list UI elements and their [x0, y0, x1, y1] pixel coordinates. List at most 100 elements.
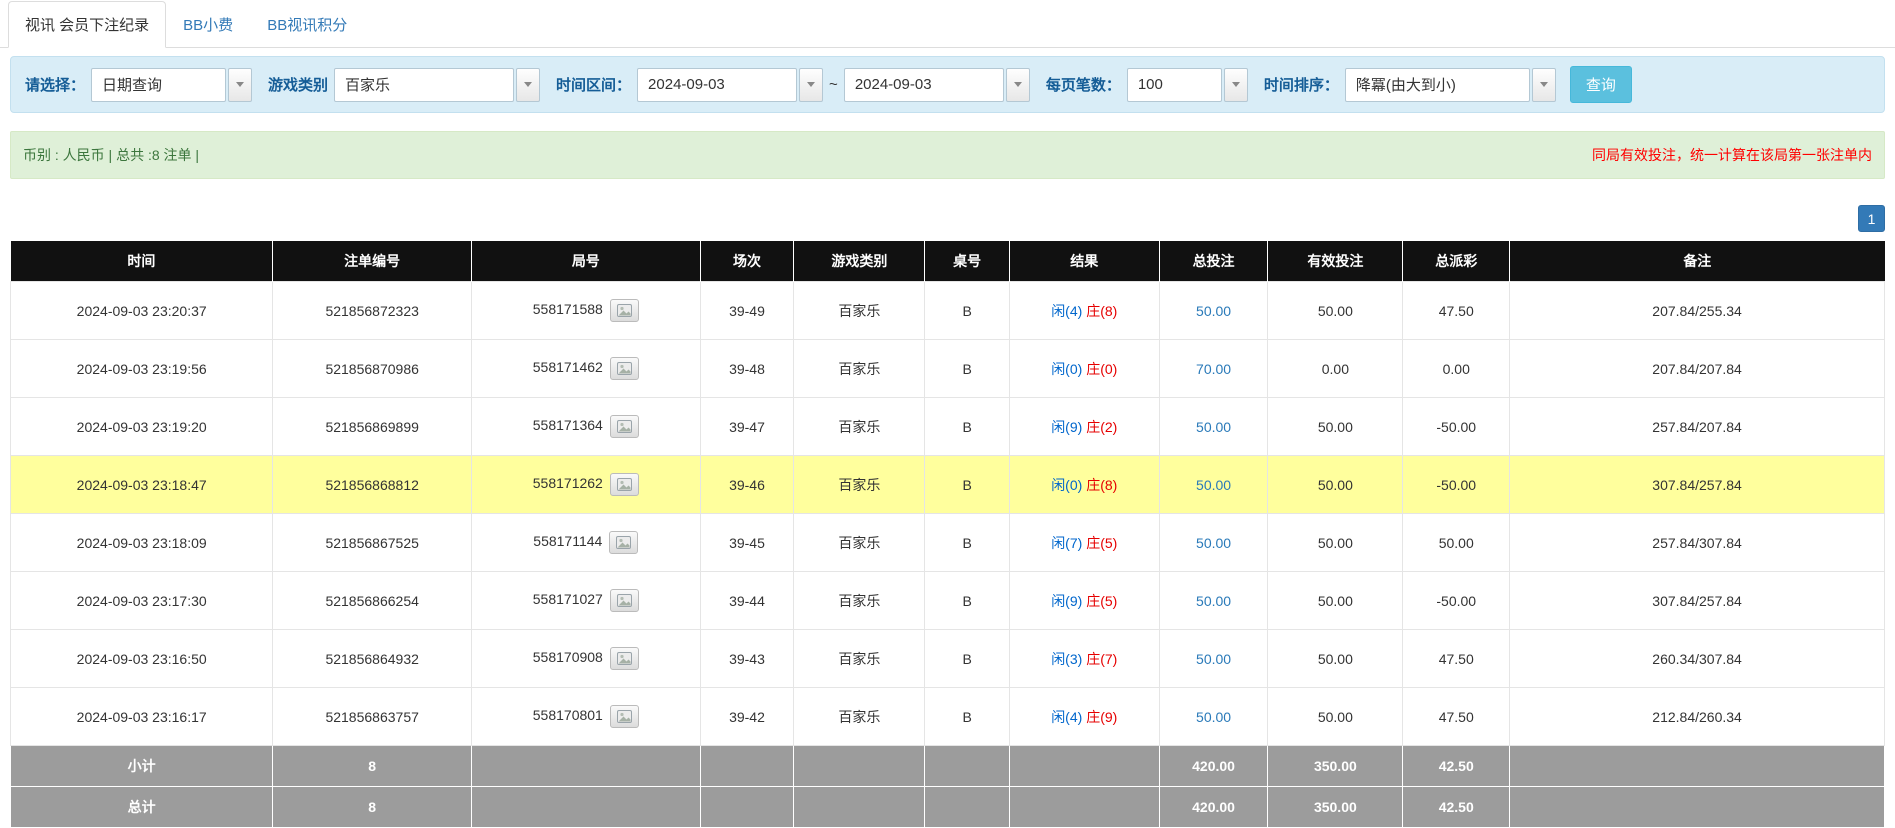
page-size-select[interactable]: 100 [1127, 68, 1248, 102]
bet-id-cell: 521856867525 [273, 514, 472, 572]
col-header-payout: 总派彩 [1403, 241, 1510, 282]
date-from-select[interactable]: 2024-09-03 [637, 68, 823, 102]
video-replay-icon-button[interactable] [610, 299, 639, 322]
game-type-value: 百家乐 [334, 68, 514, 102]
total-bet-link[interactable]: 50.00 [1196, 593, 1231, 609]
video-replay-icon [617, 594, 632, 607]
session-cell: 39-43 [700, 630, 794, 688]
time-range-label: 时间区间： [556, 74, 631, 95]
table-no-cell: B [925, 456, 1009, 514]
game-type-cell: 百家乐 [794, 456, 925, 514]
total-bet-cell: 50.00 [1159, 514, 1268, 572]
total-bet-cell: 50.00 [1159, 282, 1268, 340]
result-cell: 闲(4) 庄(9) [1009, 688, 1159, 746]
tab-bb-tips[interactable]: BB小费 [166, 1, 250, 48]
search-button[interactable]: 查询 [1570, 66, 1632, 103]
result-cell: 闲(7) 庄(5) [1009, 514, 1159, 572]
total-bet-link[interactable]: 50.00 [1196, 303, 1231, 319]
sort-order-value: 降冪(由大到小) [1345, 68, 1530, 102]
chevron-down-icon[interactable] [799, 68, 823, 102]
table-no-cell: B [925, 688, 1009, 746]
sort-order-label: 时间排序： [1264, 74, 1339, 95]
time-cell: 2024-09-03 23:20:37 [11, 282, 273, 340]
total-bet-link[interactable]: 50.00 [1196, 651, 1231, 667]
bet-id-cell: 521856872323 [273, 282, 472, 340]
payout-cell: 47.50 [1403, 688, 1510, 746]
query-type-value: 日期查询 [91, 68, 226, 102]
total-bet-link[interactable]: 50.00 [1196, 535, 1231, 551]
total-bet-link[interactable]: 50.00 [1196, 419, 1231, 435]
session-cell: 39-44 [700, 572, 794, 630]
table-row[interactable]: 2024-09-03 23:16:50 521856864932 5581709… [11, 630, 1885, 688]
query-type-select[interactable]: 日期查询 [91, 68, 252, 102]
result-banker: 庄(0) [1086, 361, 1117, 377]
total-bet-link[interactable]: 50.00 [1196, 709, 1231, 725]
game-type-cell: 百家乐 [794, 398, 925, 456]
round-cell: 558170801 [472, 688, 701, 746]
table-row[interactable]: 2024-09-03 23:18:09 521856867525 5581711… [11, 514, 1885, 572]
note-cell: 307.84/257.84 [1510, 456, 1885, 514]
total-bet-link[interactable]: 70.00 [1196, 361, 1231, 377]
sort-order-select[interactable]: 降冪(由大到小) [1345, 68, 1556, 102]
valid-bet-cell: 50.00 [1268, 398, 1403, 456]
note-cell: 207.84/207.84 [1510, 340, 1885, 398]
round-cell: 558171027 [472, 572, 701, 630]
round-cell: 558171144 [472, 514, 701, 572]
game-type-select[interactable]: 百家乐 [334, 68, 540, 102]
video-replay-icon-button[interactable] [609, 531, 638, 554]
notice-text: 同局有效投注，统一计算在该局第一张注单内 [1592, 145, 1872, 165]
col-header-valid-bet: 有效投注 [1268, 241, 1403, 282]
total-bet-cell: 50.00 [1159, 688, 1268, 746]
session-cell: 39-45 [700, 514, 794, 572]
round-id: 558170908 [533, 649, 603, 665]
round-cell: 558171462 [472, 340, 701, 398]
table-row[interactable]: 2024-09-03 23:16:17 521856863757 5581708… [11, 688, 1885, 746]
date-to-select[interactable]: 2024-09-03 [844, 68, 1030, 102]
table-row[interactable]: 2024-09-03 23:18:47 521856868812 5581712… [11, 456, 1885, 514]
video-replay-icon-button[interactable] [610, 589, 639, 612]
table-summary: 小计 8 420.00 350.00 42.50 总计 8 4 [11, 746, 1885, 828]
game-type-cell: 百家乐 [794, 630, 925, 688]
video-replay-icon-button[interactable] [610, 705, 639, 728]
game-type-cell: 百家乐 [794, 688, 925, 746]
result-banker: 庄(2) [1086, 419, 1117, 435]
page-button-1[interactable]: 1 [1858, 205, 1885, 232]
payout-cell: 47.50 [1403, 630, 1510, 688]
video-replay-icon-button[interactable] [610, 357, 639, 380]
round-cell: 558171588 [472, 282, 701, 340]
table-row[interactable]: 2024-09-03 23:17:30 521856866254 5581710… [11, 572, 1885, 630]
result-cell: 闲(4) 庄(8) [1009, 282, 1159, 340]
game-type-cell: 百家乐 [794, 572, 925, 630]
round-id: 558171364 [533, 417, 603, 433]
page-size-label: 每页笔数： [1046, 74, 1121, 95]
video-replay-icon [617, 478, 632, 491]
table-row[interactable]: 2024-09-03 23:19:20 521856869899 5581713… [11, 398, 1885, 456]
col-header-game-type: 游戏类别 [794, 241, 925, 282]
video-replay-icon [617, 304, 632, 317]
result-banker: 庄(8) [1086, 477, 1117, 493]
table-row[interactable]: 2024-09-03 23:19:56 521856870986 5581714… [11, 340, 1885, 398]
tab-bb-video-points[interactable]: BB视讯积分 [250, 1, 364, 48]
main-content: 请选择： 日期查询 游戏类别 百家乐 时间区间： 2024-09-03 ~ 20… [0, 56, 1895, 828]
result-cell: 闲(0) 庄(8) [1009, 456, 1159, 514]
time-cell: 2024-09-03 23:19:56 [11, 340, 273, 398]
result-banker: 庄(7) [1086, 651, 1117, 667]
chevron-down-icon[interactable] [516, 68, 540, 102]
chevron-down-icon[interactable] [1224, 68, 1248, 102]
video-replay-icon-button[interactable] [610, 647, 639, 670]
time-cell: 2024-09-03 23:16:17 [11, 688, 273, 746]
chevron-down-icon[interactable] [228, 68, 252, 102]
note-cell: 257.84/307.84 [1510, 514, 1885, 572]
table-row[interactable]: 2024-09-03 23:20:37 521856872323 5581715… [11, 282, 1885, 340]
chevron-down-icon[interactable] [1532, 68, 1556, 102]
total-bet-link[interactable]: 50.00 [1196, 477, 1231, 493]
result-banker: 庄(5) [1086, 593, 1117, 609]
tab-video-bet-records[interactable]: 视讯 会员下注纪录 [8, 1, 166, 48]
session-cell: 39-48 [700, 340, 794, 398]
empty-cell [700, 746, 794, 787]
video-replay-icon-button[interactable] [610, 473, 639, 496]
note-cell: 260.34/307.84 [1510, 630, 1885, 688]
video-replay-icon-button[interactable] [610, 415, 639, 438]
chevron-down-icon[interactable] [1006, 68, 1030, 102]
session-cell: 39-46 [700, 456, 794, 514]
